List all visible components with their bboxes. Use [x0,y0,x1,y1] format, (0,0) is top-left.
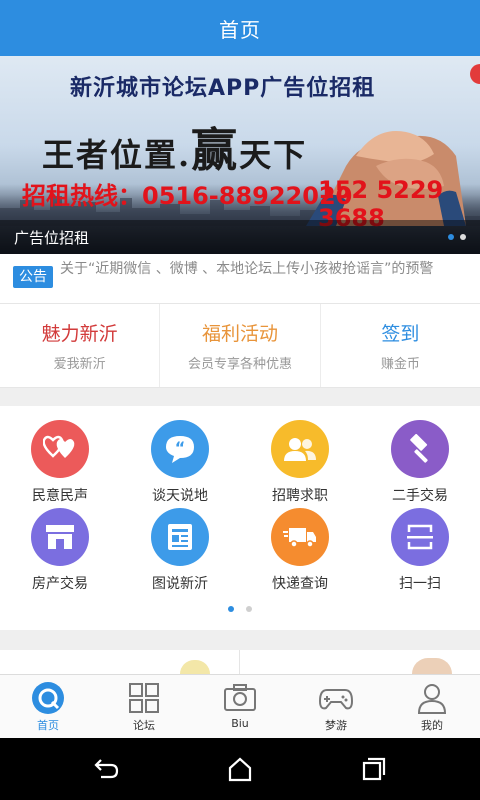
recents-icon[interactable] [361,756,387,782]
app-header: 首页 [0,0,480,56]
teaser-thumbnail-left [180,660,210,674]
grid-item-public-opinion[interactable]: 民意民声 [0,420,120,508]
grid-item-second-hand[interactable]: 二手交易 [360,420,480,508]
feature-subtitle: 赚金币 [380,357,420,372]
grid-item-label: 房产交易 [32,576,88,592]
grid-item-express[interactable]: 快递查询 [240,508,360,596]
grid-item-label: 民意民声 [32,488,88,504]
banner-hotline: 招租热线：0516-88922020 [22,182,353,210]
svg-text:“: “ [175,438,186,457]
grid-item-label: 谈天说地 [152,488,208,504]
tab-label: Biu [231,717,249,730]
feature-charm-xinyi[interactable]: 魅力新沂 爱我新沂 [0,304,161,387]
tab-home[interactable]: 首页 [0,675,96,738]
banner-caption: 广告位招租 [14,228,90,247]
feature-title: 签到 [381,323,420,345]
decorative-ball [470,64,480,84]
tab-biu[interactable]: Biu [192,675,288,738]
grid-page-dot[interactable] [246,606,252,612]
announcement-tag: 公告 [13,266,53,288]
truck-icon [271,508,329,566]
teaser-divider [239,650,240,674]
banner-dot [460,234,466,240]
shop-icon [31,508,89,566]
back-icon[interactable] [93,756,119,782]
grid-item-label: 二手交易 [392,488,448,504]
scan-icon [391,508,449,566]
grid-item-photo-news[interactable]: 图说新沂 [120,508,240,596]
banner-pager [448,234,466,240]
page-title: 首页 [219,17,261,42]
grid-item-real-estate[interactable]: 房产交易 [0,508,120,596]
feature-checkin[interactable]: 签到 赚金币 [321,304,480,387]
feature-row: 魅力新沂 爱我新沂 福利活动 会员专享各种优惠 签到 赚金币 [0,304,480,388]
teaser-thumbnail-right [412,658,452,674]
grid-icon [129,683,159,713]
banner-caption-bar: 广告位招租 [0,220,480,254]
people-icon [271,420,329,478]
section-divider [0,630,480,650]
service-grid: 民意民声 “ 谈天说地 招聘求职 二手交易 房产交易 图说新沂 快递查询 扫一扫 [0,406,480,630]
banner-dot-active [448,234,454,240]
tab-mine[interactable]: 我的 [384,675,480,738]
bottom-tab-bar: 首页 论坛 Biu 梦游 我的 [0,674,480,738]
announcement-bar[interactable]: 公告 关于“近期微信 、微博 、本地论坛上传小孩被抢谣言”的预警 [0,254,480,304]
system-nav-bar [0,738,480,800]
hammer-icon [391,420,449,478]
grid-item-label: 招聘求职 [272,488,328,504]
tab-label: 我的 [421,719,443,732]
grid-item-scan[interactable]: 扫一扫 [360,508,480,596]
gamepad-icon [319,689,353,710]
ad-banner[interactable]: 新沂城市论坛APP广告位招租 王者位置.赢天下 招租热线：0516-889220… [0,56,480,254]
feature-subtitle: 会员专享各种优惠 [187,357,292,372]
grid-item-chat[interactable]: “ 谈天说地 [120,420,240,508]
banner-slogan: 王者位置.赢天下 [42,114,307,180]
chat-quote-icon: “ [151,420,209,478]
announcement-text[interactable]: 关于“近期微信 、微博 、本地论坛上传小孩被抢谣言”的预警 [60,260,476,279]
banner-slogan-part-b: 赢 [191,123,240,177]
home-nav-icon[interactable] [227,756,253,782]
grid-item-label: 图说新沂 [152,576,208,592]
banner-slogan-part-a: 王者位置. [42,136,192,174]
tab-label: 首页 [37,719,59,732]
tab-label: 梦游 [325,719,347,732]
feature-subtitle: 爱我新沂 [53,357,106,372]
banner-slogan-part-c: 天下 [239,136,308,174]
section-divider [0,388,480,406]
camera-icon [224,684,256,711]
feature-title: 魅力新沂 [41,323,118,345]
content-teaser[interactable] [0,650,480,674]
grid-item-label: 快递查询 [272,576,328,592]
hearts-icon [31,420,89,478]
grid-item-label: 扫一扫 [399,576,441,592]
grid-item-jobs[interactable]: 招聘求职 [240,420,360,508]
tab-forum[interactable]: 论坛 [96,675,192,738]
feature-welfare[interactable]: 福利活动 会员专享各种优惠 [160,304,321,387]
tab-dream[interactable]: 梦游 [288,675,384,738]
grid-page-dot-active[interactable] [228,606,234,612]
user-icon [417,684,447,714]
tab-label: 论坛 [133,719,155,732]
grid-pager [0,606,480,612]
banner-headline: 新沂城市论坛APP广告位招租 [70,76,376,101]
news-icon [151,508,209,566]
feature-title: 福利活动 [201,323,278,345]
home-icon [32,682,64,714]
